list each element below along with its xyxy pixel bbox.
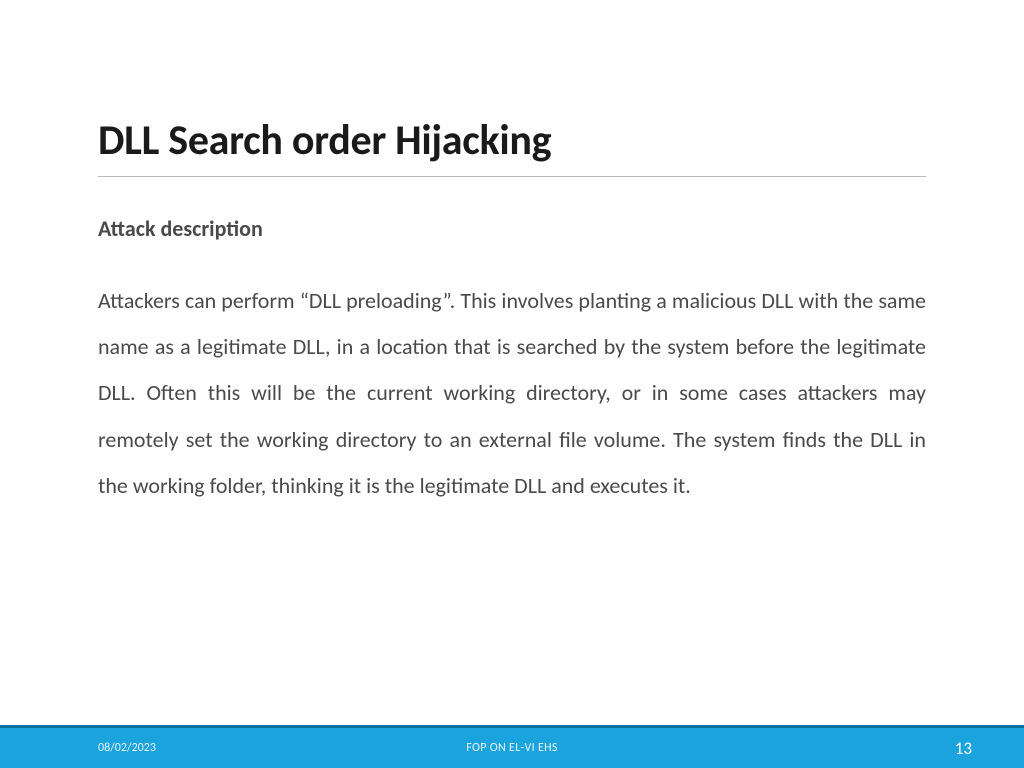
footer-center: FOP ON EL-VI EHS bbox=[0, 741, 1024, 755]
slide: DLL Search order Hijacking Attack descri… bbox=[0, 0, 1024, 768]
slide-body: Attackers can perform “DLL preloading”. … bbox=[98, 278, 926, 509]
slide-footer: 08/02/2023 FOP ON EL-VI EHS 13 bbox=[0, 725, 1024, 768]
footer-page-number: 13 bbox=[955, 738, 972, 759]
slide-subtitle: Attack description bbox=[98, 215, 926, 242]
slide-content: DLL Search order Hijacking Attack descri… bbox=[98, 115, 926, 509]
slide-title: DLL Search order Hijacking bbox=[98, 115, 926, 177]
